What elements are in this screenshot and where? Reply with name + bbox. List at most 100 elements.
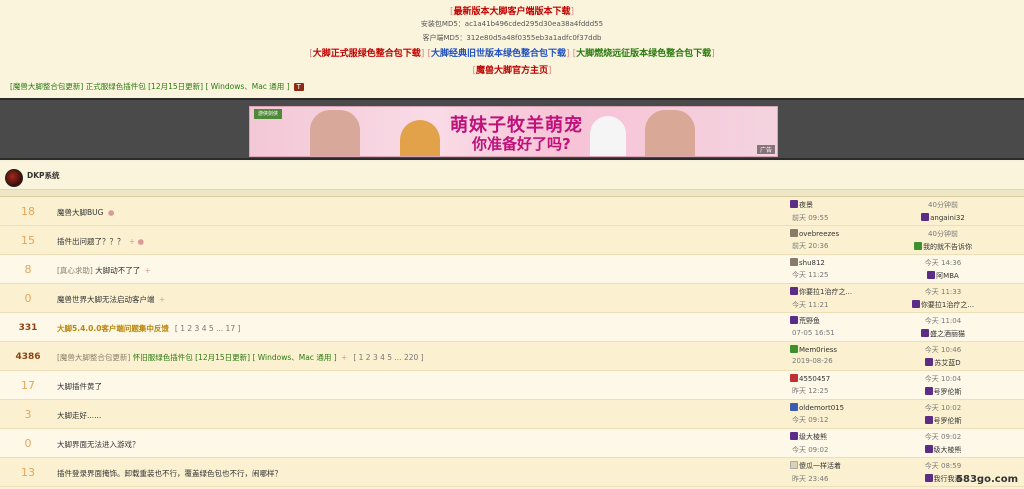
- thread-title[interactable]: 大脚5.4.0.0客户端问题集中反馈: [57, 324, 169, 333]
- latest-download-link[interactable]: [最新版本大脚客户端版本下载]: [0, 4, 1024, 17]
- homepage-link[interactable]: [魔兽大脚官方主页]: [0, 63, 1024, 76]
- table-row[interactable]: 4386 [魔兽大脚整合包更新] 怀旧服绿色插件包 [12月15日更新] [ Wi…: [0, 342, 1024, 371]
- thread-title[interactable]: 魔兽大脚BUG: [57, 208, 103, 217]
- table-row[interactable]: 13 插件登录界面掩饰。卸载重装也不行，覆盖绿色包也不行，闹哪样？ 傻瓜一样活着 昨天…: [0, 458, 1024, 487]
- last-post-time[interactable]: 今天 09:02: [925, 433, 961, 441]
- user-icon: [921, 213, 930, 221]
- author-name[interactable]: 傻瓜一样活着: [799, 462, 841, 470]
- last-post-time[interactable]: 今天 10:02: [925, 404, 961, 412]
- cat-figure: [590, 116, 626, 156]
- thread-title[interactable]: 插件登录界面掩饰。卸载重装也不行，覆盖绿色包也不行，闹哪样？: [57, 469, 282, 478]
- thread-title[interactable]: 怀旧服绿色插件包 [12月15日更新] [ Windows、Mac 通用 ]: [133, 353, 337, 362]
- author-cell: 夜景 前天 09:55: [790, 200, 828, 223]
- last-post-user[interactable]: 我的就不告诉你: [923, 243, 972, 251]
- user-icon: [790, 229, 798, 237]
- new-mark-icon: ●: [107, 208, 115, 217]
- last-post-time[interactable]: 今天 10:04: [925, 375, 961, 383]
- author-name[interactable]: 荒野鱼: [799, 317, 820, 325]
- new-mark-icon: +: [158, 295, 166, 304]
- reply-count: 3: [24, 408, 32, 421]
- reply-count: 331: [18, 323, 38, 333]
- last-post-user[interactable]: 阿MBA: [936, 272, 959, 280]
- last-post-user[interactable]: 你要拉1治疗之...: [921, 301, 974, 309]
- author-name[interactable]: 夜景: [799, 201, 813, 209]
- author-cell: Mem0riess 2019-08-26: [790, 345, 837, 365]
- post-date: 昨天 23:46: [792, 475, 829, 483]
- ad-banner[interactable]: 游侠剑侠 萌妹子牧羊萌宠 你准备好了吗? 广告: [249, 106, 778, 157]
- girl-figure-left: [310, 110, 360, 156]
- retail-package-link[interactable]: 大脚正式服绿色整合包下载: [313, 49, 421, 59]
- category-line[interactable]: [魔兽大脚整合包更新] 正式服绿色插件包 [12月15日更新] [ Window…: [10, 81, 304, 92]
- author-name[interactable]: 级大棱熊: [799, 433, 827, 441]
- last-post-time[interactable]: 40分钟前: [928, 230, 958, 238]
- new-mark-icon: +: [144, 266, 151, 275]
- last-post-user[interactable]: 苏艾蓝D: [934, 359, 960, 367]
- reply-count: 15: [21, 234, 35, 247]
- last-post-time[interactable]: 今天 11:33: [925, 288, 961, 296]
- tag-badge[interactable]: T: [293, 83, 304, 91]
- user-icon: [790, 316, 798, 324]
- user-icon: [790, 461, 798, 469]
- author-name[interactable]: Mem0riess: [799, 346, 837, 354]
- tbc-package-link[interactable]: 大脚燃烧远征版本绿色整合包下载: [576, 49, 711, 59]
- table-row[interactable]: 15 插件出问题了？？？ + ● ovebreezes 前天 20:36 40分钟前 我的…: [0, 226, 1024, 255]
- thread-title[interactable]: 大脚界面无法进入游戏？: [57, 440, 140, 449]
- forum-title[interactable]: DKP系统: [27, 170, 60, 181]
- thread-category[interactable]: [真心求助]: [57, 266, 93, 275]
- thread-title[interactable]: 大脚走好......: [57, 411, 101, 420]
- last-post-cell: 今天 14:36 阿MBA: [900, 258, 986, 281]
- author-name[interactable]: oldemort015: [799, 404, 844, 412]
- banner-subheadline: 你准备好了吗?: [472, 135, 571, 153]
- table-row[interactable]: 18 魔兽大脚BUG ● 夜景 前天 09:55 40分钟前 angaini32: [0, 197, 1024, 226]
- forum-icon: [5, 169, 23, 187]
- last-post-time[interactable]: 今天 11:04: [925, 317, 961, 325]
- last-post-user[interactable]: 盛之酒丽猫: [930, 330, 965, 338]
- author-name[interactable]: shu812: [799, 259, 825, 267]
- table-row[interactable]: 17 大脚插件黄了 4550457 昨天 12:25 今天 10:04 号罗伦斯: [0, 371, 1024, 400]
- classic-package-link[interactable]: 大脚经典旧世版本绿色整合包下载: [431, 49, 566, 59]
- author-cell: shu812 今天 11:25: [790, 258, 828, 280]
- author-name[interactable]: ovebreezes: [799, 230, 839, 238]
- thread-title[interactable]: 魔兽世界大脚无法启动客户端: [57, 295, 155, 304]
- last-post-time[interactable]: 今天 14:36: [925, 259, 961, 267]
- post-date: 2019-08-26: [792, 357, 833, 365]
- table-row[interactable]: 3 大脚走好...... oldemort015 今天 09:12 今天 10:02 号罗…: [0, 400, 1024, 429]
- user-icon: [790, 258, 798, 266]
- last-post-user[interactable]: 号罗伦斯: [934, 388, 962, 396]
- girl-figure-right: [645, 110, 695, 156]
- last-post-time[interactable]: 40分钟前: [928, 201, 958, 209]
- last-post-cell: 今天 10:46 苏艾蓝D: [900, 345, 986, 368]
- last-post-cell: 今天 11:33 你要拉1治疗之...: [900, 287, 986, 310]
- thread-list: 18 魔兽大脚BUG ● 夜景 前天 09:55 40分钟前 angaini32 15 插件出…: [0, 197, 1024, 487]
- thread-pages[interactable]: [ 1 2 3 4 5 ... 220 ]: [353, 353, 423, 362]
- last-post-user[interactable]: 号罗伦斯: [934, 417, 962, 425]
- last-post-time[interactable]: 今天 08:59: [925, 462, 961, 470]
- reply-count: 0: [24, 292, 32, 305]
- table-row[interactable]: 331 大脚5.4.0.0客户端问题集中反馈 [ 1 2 3 4 5 ... 17 …: [0, 313, 1024, 342]
- table-row[interactable]: 0 魔兽世界大脚无法启动客户端 + 你要拉1治疗之... 今天 11:21 今天 11:…: [0, 284, 1024, 313]
- banner-logo: 游侠剑侠: [254, 109, 282, 119]
- author-cell: 你要拉1治疗之... 今天 11:21: [790, 287, 852, 310]
- thread-title[interactable]: 插件出问题了？？？: [57, 237, 125, 246]
- thread-title[interactable]: 大脚插件黄了: [57, 382, 102, 391]
- thread-title-cell: 插件登录界面掩饰。卸载重装也不行，覆盖绿色包也不行，闹哪样？: [57, 468, 282, 479]
- author-cell: ovebreezes 前天 20:36: [790, 229, 839, 251]
- user-icon: [921, 329, 929, 337]
- thread-title-cell: 大脚5.4.0.0客户端问题集中反馈 [ 1 2 3 4 5 ... 17 ]: [57, 323, 240, 334]
- last-post-time[interactable]: 今天 10:46: [925, 346, 961, 354]
- user-icon: [911, 300, 920, 308]
- table-row[interactable]: 0 大脚界面无法进入游戏？ 级大棱熊 今天 09:02 今天 09:02 级大棱熊: [0, 429, 1024, 458]
- author-name[interactable]: 你要拉1治疗之...: [799, 288, 852, 296]
- reply-count: 0: [24, 437, 32, 450]
- thread-category[interactable]: [魔兽大脚整合包更新]: [57, 353, 130, 362]
- last-post-user[interactable]: 级大棱熊: [934, 446, 962, 454]
- reply-count: 17: [21, 379, 35, 392]
- author-cell: 傻瓜一样活着昨天 23:46: [790, 461, 841, 484]
- table-row[interactable]: 8 [真心求助] 大脚动不了了 + shu812 今天 11:25 今天 14:36 阿M…: [0, 255, 1024, 284]
- last-post-cell: 今天 09:02 级大棱熊: [900, 432, 986, 455]
- author-name[interactable]: 4550457: [799, 375, 830, 383]
- thread-pages[interactable]: [ 1 2 3 4 5 ... 17 ]: [175, 324, 240, 333]
- last-post-user[interactable]: angaini32: [930, 214, 965, 222]
- thread-title-cell: 大脚走好......: [57, 410, 101, 421]
- thread-title[interactable]: 大脚动不了了: [95, 266, 140, 275]
